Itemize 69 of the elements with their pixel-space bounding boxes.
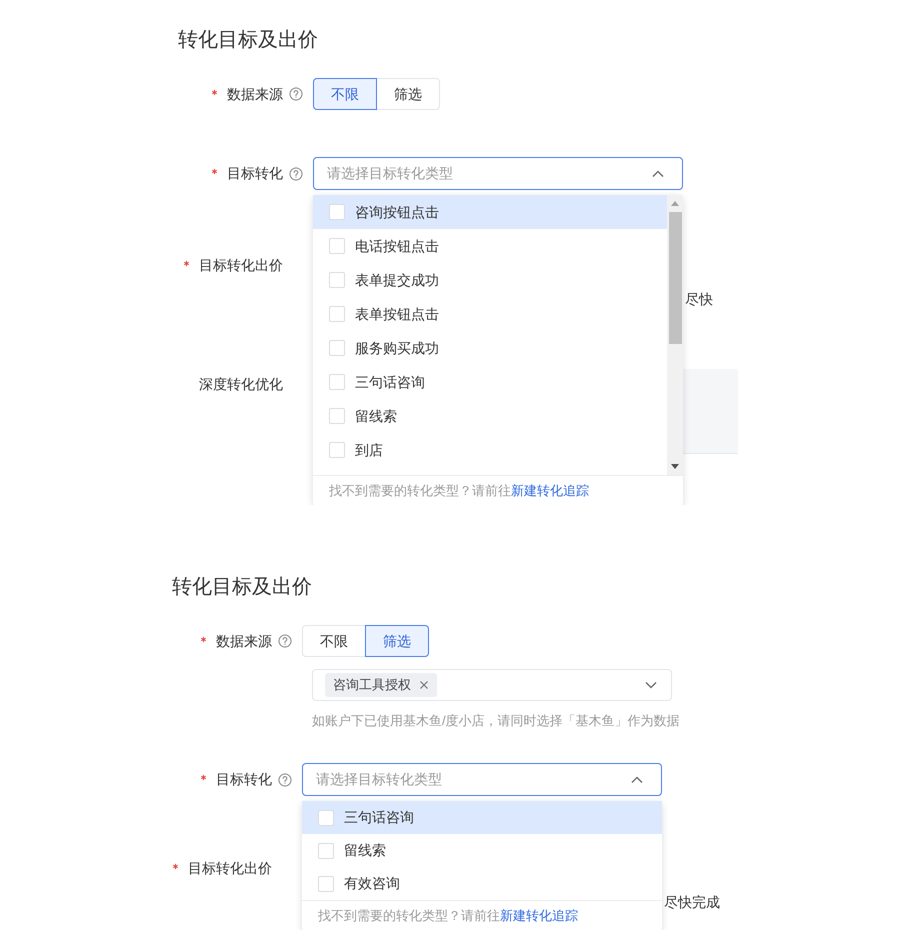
help-icon[interactable] <box>278 772 292 786</box>
checkbox[interactable] <box>329 340 345 356</box>
dropdown-option[interactable]: 咨询按钮点击 <box>313 195 667 229</box>
dropdown-option[interactable]: 表单提交成功 <box>313 263 667 297</box>
dropdown-footer-text: 找不到需要的转化类型？请前往新建转化追踪 <box>313 475 683 505</box>
dropdown-option[interactable]: 服务购买成功 <box>313 331 667 365</box>
option-label: 到店 <box>355 440 383 460</box>
close-icon[interactable] <box>419 680 429 690</box>
chevron-up-icon <box>631 776 643 784</box>
checkbox[interactable] <box>329 408 345 424</box>
create-tracking-link[interactable]: 新建转化追踪 <box>500 906 578 926</box>
option-label: 留线索 <box>355 406 397 426</box>
field-label: 数据来源 <box>216 632 272 650</box>
help-icon[interactable] <box>289 166 303 180</box>
field-label: 数据来源 <box>227 84 283 104</box>
segment-tab[interactable]: 筛选 <box>376 78 440 110</box>
chevron-up-icon <box>652 170 664 178</box>
field-label: 深度转化优化 <box>199 374 283 394</box>
placeholder-text: 请选择目标转化类型 <box>327 164 454 183</box>
tag-select-field[interactable]: 咨询工具授权 <box>312 669 672 701</box>
section-title: 转化目标及出价 <box>171 575 313 599</box>
chevron-down-icon <box>645 681 657 689</box>
checkbox[interactable] <box>329 272 345 288</box>
dropdown-option[interactable]: 到店 <box>313 433 667 467</box>
dropdown-option[interactable]: 有效咨询 <box>302 867 662 900</box>
dropdown-option[interactable]: 留线索 <box>313 399 667 433</box>
option-label: 电话按钮点击 <box>355 236 439 256</box>
create-tracking-link[interactable]: 新建转化追踪 <box>511 481 589 501</box>
scrollbar[interactable] <box>667 195 683 475</box>
field-label: 目标转化出价 <box>188 858 272 878</box>
checkbox[interactable] <box>318 842 334 858</box>
option-label: 咨询按钮点击 <box>355 202 439 222</box>
checkbox[interactable] <box>329 442 345 458</box>
checkbox[interactable] <box>329 204 345 220</box>
scroll-down-icon[interactable] <box>671 464 679 469</box>
help-icon[interactable] <box>278 634 292 648</box>
scrollbar-thumb[interactable] <box>668 212 682 344</box>
dropdown-footer-text: 找不到需要的转化类型？请前往新建转化追踪 <box>302 900 662 930</box>
option-label: 三句话咨询 <box>344 808 414 827</box>
field-label: 目标转化出价 <box>199 256 283 274</box>
option-label: 表单提交成功 <box>355 270 439 290</box>
checkbox[interactable] <box>329 238 345 254</box>
option-label: 有效咨询 <box>344 874 400 893</box>
dropdown-option[interactable]: 三句话咨询 <box>302 801 662 834</box>
help-icon[interactable] <box>289 87 303 101</box>
checkbox[interactable] <box>318 810 334 826</box>
checkbox[interactable] <box>318 876 334 892</box>
option-label: 表单按钮点击 <box>355 304 439 324</box>
option-label: 三句话咨询 <box>355 372 425 392</box>
dropdown-option[interactable]: 电话按钮点击 <box>313 229 667 263</box>
dropdown-option[interactable]: 三句话咨询 <box>313 365 667 399</box>
hint-text: 如账户下已使用基木鱼/度小店，请同时选择「基木鱼」作为数据 <box>312 712 680 730</box>
dropdown-option[interactable]: 留线索 <box>302 834 662 867</box>
hint-text: 尽快完成 <box>664 893 720 912</box>
hint-text: 尽快 <box>685 290 713 309</box>
segment-tab[interactable]: 不限 <box>313 78 377 110</box>
checkbox[interactable] <box>329 306 345 322</box>
option-label: 服务购买成功 <box>355 338 439 358</box>
section-title: 转化目标及出价 <box>177 28 319 52</box>
tag-label: 咨询工具授权 <box>333 676 411 694</box>
field-label: 目标转化 <box>216 770 272 789</box>
checkbox[interactable] <box>329 374 345 390</box>
field-label: 目标转化 <box>227 164 283 183</box>
scroll-up-icon[interactable] <box>671 201 679 206</box>
dropdown-option[interactable]: 表单按钮点击 <box>313 297 667 331</box>
option-label: 留线索 <box>344 841 386 860</box>
segment-tab[interactable]: 筛选 <box>365 625 429 657</box>
placeholder-text: 请选择目标转化类型 <box>316 770 443 789</box>
segment-tab[interactable]: 不限 <box>302 625 366 657</box>
